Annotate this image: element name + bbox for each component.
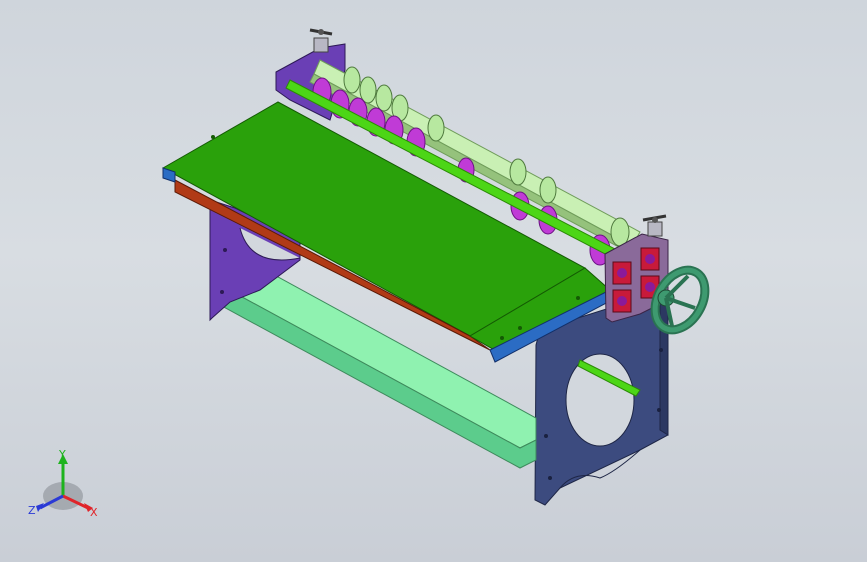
triad-z-label: Z xyxy=(28,504,36,517)
model-scene[interactable]: Y X Z xyxy=(0,0,867,562)
triad-y-label: Y xyxy=(58,448,66,461)
graphics-viewport[interactable]: Y X Z xyxy=(0,0,867,562)
view-triad[interactable]: Y X Z xyxy=(28,448,98,519)
clamp-right[interactable] xyxy=(642,214,667,237)
triad-x-label: X xyxy=(90,506,98,519)
frame-right-hole xyxy=(565,353,635,447)
